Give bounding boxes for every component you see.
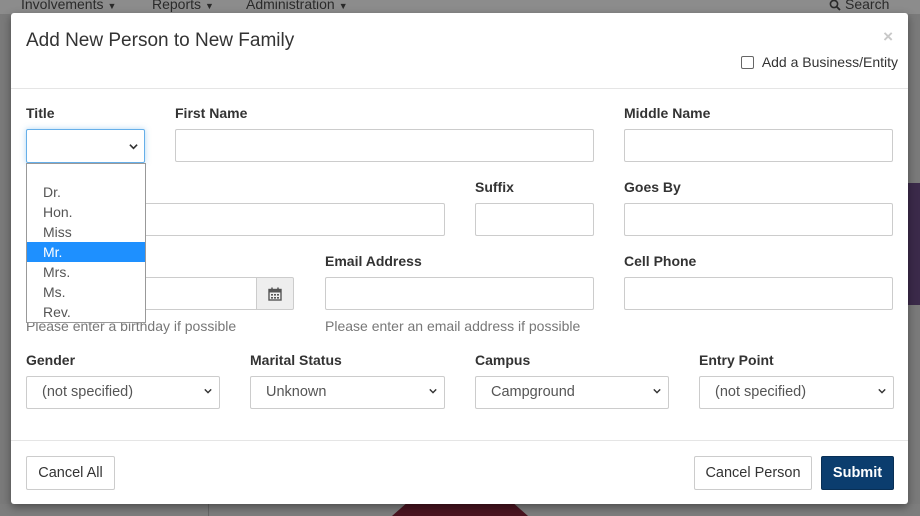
title-option-mrs[interactable]: Mrs. bbox=[27, 262, 145, 282]
title-label: Title bbox=[26, 105, 55, 121]
marital-status-select[interactable]: Unknown bbox=[250, 376, 445, 409]
gender-select[interactable]: (not specified) bbox=[26, 376, 220, 409]
campus-label: Campus bbox=[475, 352, 531, 368]
campus-select[interactable]: Campground bbox=[475, 376, 669, 409]
suffix-field[interactable] bbox=[475, 203, 594, 236]
modal-footer-divider bbox=[11, 440, 908, 441]
goes-by-label: Goes By bbox=[624, 179, 681, 195]
nav-reports: Reports ▼ bbox=[152, 0, 214, 12]
marital-status-value: Unknown bbox=[266, 384, 327, 400]
nav-involvements: Involvements ▼ bbox=[21, 0, 117, 12]
entry-point-select[interactable]: (not specified) bbox=[699, 376, 894, 409]
email-help: Please enter an email address if possibl… bbox=[325, 318, 581, 334]
chevron-down-icon bbox=[653, 388, 661, 394]
background-shape bbox=[392, 504, 528, 516]
title-option-rev[interactable]: Rev. bbox=[27, 302, 145, 322]
calendar-icon bbox=[268, 287, 282, 301]
suffix-label: Suffix bbox=[475, 179, 514, 195]
cancel-all-button[interactable]: Cancel All bbox=[26, 456, 115, 490]
modal-header: Add New Person to New Family × Add a Bus… bbox=[11, 13, 908, 89]
title-select[interactable] bbox=[26, 129, 145, 163]
add-person-modal: Add New Person to New Family × Add a Bus… bbox=[11, 13, 908, 504]
cancel-person-button[interactable]: Cancel Person bbox=[694, 456, 812, 490]
title-option-hon[interactable]: Hon. bbox=[27, 202, 145, 222]
goes-by-field[interactable] bbox=[624, 203, 893, 236]
email-field[interactable] bbox=[325, 277, 594, 310]
first-name-label: First Name bbox=[175, 105, 248, 121]
chevron-down-icon bbox=[878, 388, 886, 394]
checkbox-box[interactable] bbox=[740, 55, 754, 69]
email-label: Email Address bbox=[325, 253, 422, 269]
chevron-down-icon bbox=[204, 388, 212, 394]
background-navbar: Involvements ▼ Reports ▼ Administration ▼ S… bbox=[0, 0, 920, 14]
middle-name-field[interactable] bbox=[624, 129, 893, 162]
close-icon[interactable]: × bbox=[883, 27, 893, 47]
cell-phone-label: Cell Phone bbox=[624, 253, 697, 269]
modal-title: Add New Person to New Family bbox=[26, 30, 295, 51]
gender-value: (not specified) bbox=[42, 384, 134, 400]
add-business-label: Add a Business/Entity bbox=[761, 54, 898, 70]
title-option-ms[interactable]: Ms. bbox=[27, 282, 145, 302]
middle-name-label: Middle Name bbox=[624, 105, 711, 121]
background-divider bbox=[208, 504, 209, 516]
gender-label: Gender bbox=[26, 352, 76, 368]
nav-search: Search bbox=[829, 0, 889, 12]
chevron-down-icon bbox=[429, 388, 437, 394]
title-dropdown-list[interactable]: Dr. Hon. Miss Mr. Mrs. Ms. Rev. bbox=[26, 163, 146, 323]
entry-point-label: Entry Point bbox=[699, 352, 774, 368]
search-icon bbox=[829, 0, 841, 11]
nav-administration: Administration ▼ bbox=[246, 0, 348, 12]
add-business-checkbox[interactable]: Add a Business/Entity bbox=[740, 54, 898, 70]
chevron-down-icon bbox=[129, 144, 138, 150]
title-option-dr[interactable]: Dr. bbox=[27, 182, 145, 202]
marital-status-label: Marital Status bbox=[250, 352, 342, 368]
entry-point-value: (not specified) bbox=[715, 384, 807, 400]
cell-phone-field[interactable] bbox=[624, 277, 893, 310]
submit-button[interactable]: Submit bbox=[821, 456, 894, 490]
title-option-mr[interactable]: Mr. bbox=[27, 242, 145, 262]
title-option-miss[interactable]: Miss bbox=[27, 222, 145, 242]
first-name-field[interactable] bbox=[175, 129, 594, 162]
calendar-button[interactable] bbox=[256, 277, 294, 310]
background-panel bbox=[908, 183, 920, 305]
campus-value: Campground bbox=[491, 384, 575, 400]
